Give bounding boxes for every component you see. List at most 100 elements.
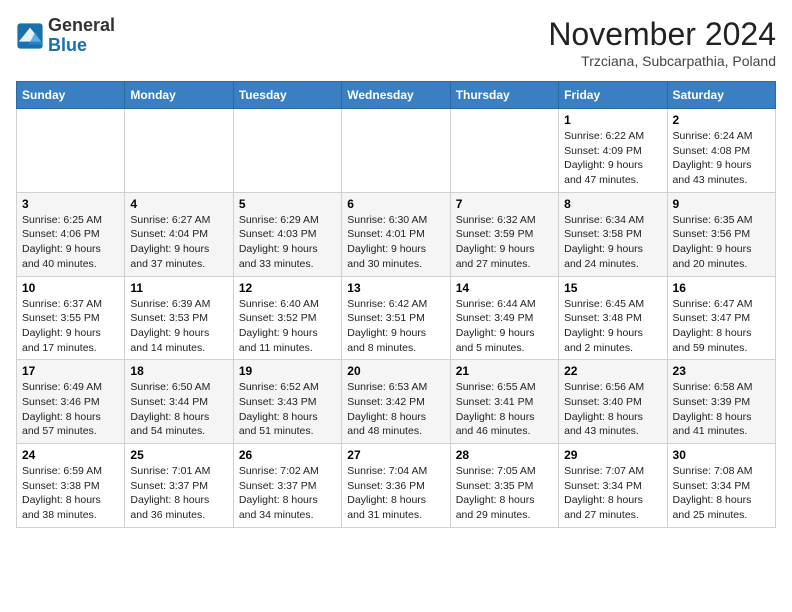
- day-info: Sunrise: 6:40 AM Sunset: 3:52 PM Dayligh…: [239, 297, 336, 356]
- day-number: 12: [239, 281, 336, 295]
- calendar-cell: 16 Sunrise: 6:47 AM Sunset: 3:47 PM Dayli…: [667, 276, 775, 360]
- calendar-cell: 29 Sunrise: 7:07 AM Sunset: 3:34 PM Dayli…: [559, 444, 667, 528]
- logo-blue-text: Blue: [48, 35, 87, 55]
- calendar-cell: [233, 109, 341, 193]
- day-number: 4: [130, 197, 227, 211]
- day-info: Sunrise: 6:44 AM Sunset: 3:49 PM Dayligh…: [456, 297, 553, 356]
- calendar-cell: 9 Sunrise: 6:35 AM Sunset: 3:56 PM Daylig…: [667, 192, 775, 276]
- calendar-cell: 24 Sunrise: 6:59 AM Sunset: 3:38 PM Dayli…: [17, 444, 125, 528]
- calendar-cell: 26 Sunrise: 7:02 AM Sunset: 3:37 PM Dayli…: [233, 444, 341, 528]
- weekday-header-monday: Monday: [125, 82, 233, 109]
- day-number: 10: [22, 281, 119, 295]
- calendar-cell: 15 Sunrise: 6:45 AM Sunset: 3:48 PM Dayli…: [559, 276, 667, 360]
- day-info: Sunrise: 6:34 AM Sunset: 3:58 PM Dayligh…: [564, 213, 661, 272]
- calendar-cell: 25Sunrise: 7:01 AM Sunset: 3:37 PM Dayli…: [125, 444, 233, 528]
- weekday-header-thursday: Thursday: [450, 82, 558, 109]
- day-info: Sunrise: 6:27 AM Sunset: 4:04 PM Dayligh…: [130, 213, 227, 272]
- calendar-cell: 27 Sunrise: 7:04 AM Sunset: 3:36 PM Dayli…: [342, 444, 450, 528]
- day-info: Sunrise: 7:07 AM Sunset: 3:34 PM Dayligh…: [564, 464, 661, 523]
- weekday-header-saturday: Saturday: [667, 82, 775, 109]
- weekday-header-wednesday: Wednesday: [342, 82, 450, 109]
- day-number: 24: [22, 448, 119, 462]
- weekday-header-row: SundayMondayTuesdayWednesdayThursdayFrid…: [17, 82, 776, 109]
- calendar-cell: 23 Sunrise: 6:58 AM Sunset: 3:39 PM Dayli…: [667, 360, 775, 444]
- calendar-cell: 7 Sunrise: 6:32 AM Sunset: 3:59 PM Daylig…: [450, 192, 558, 276]
- day-number: 20: [347, 364, 444, 378]
- calendar-cell: [450, 109, 558, 193]
- day-number: 19: [239, 364, 336, 378]
- day-number: 28: [456, 448, 553, 462]
- day-number: 9: [673, 197, 770, 211]
- day-number: 25: [130, 448, 227, 462]
- day-info: Sunrise: 6:25 AM Sunset: 4:06 PM Dayligh…: [22, 213, 119, 272]
- day-info: Sunrise: 6:59 AM Sunset: 3:38 PM Dayligh…: [22, 464, 119, 523]
- logo-general-text: General: [48, 15, 115, 35]
- day-info: Sunrise: 6:37 AM Sunset: 3:55 PM Dayligh…: [22, 297, 119, 356]
- calendar-cell: 11 Sunrise: 6:39 AM Sunset: 3:53 PM Dayli…: [125, 276, 233, 360]
- calendar-cell: 3 Sunrise: 6:25 AM Sunset: 4:06 PM Daylig…: [17, 192, 125, 276]
- day-info: Sunrise: 6:56 AM Sunset: 3:40 PM Dayligh…: [564, 380, 661, 439]
- day-info: Sunrise: 6:58 AM Sunset: 3:39 PM Dayligh…: [673, 380, 770, 439]
- logo-icon: [16, 22, 44, 50]
- weekday-header-tuesday: Tuesday: [233, 82, 341, 109]
- logo: General Blue: [16, 16, 115, 56]
- calendar-week-2: 3 Sunrise: 6:25 AM Sunset: 4:06 PM Daylig…: [17, 192, 776, 276]
- calendar-cell: 2Sunrise: 6:24 AM Sunset: 4:08 PM Daylig…: [667, 109, 775, 193]
- day-info: Sunrise: 6:42 AM Sunset: 3:51 PM Dayligh…: [347, 297, 444, 356]
- calendar-cell: 6Sunrise: 6:30 AM Sunset: 4:01 PM Daylig…: [342, 192, 450, 276]
- day-number: 30: [673, 448, 770, 462]
- calendar-cell: 10 Sunrise: 6:37 AM Sunset: 3:55 PM Dayli…: [17, 276, 125, 360]
- day-number: 14: [456, 281, 553, 295]
- calendar-cell: 18Sunrise: 6:50 AM Sunset: 3:44 PM Dayli…: [125, 360, 233, 444]
- calendar-cell: 28 Sunrise: 7:05 AM Sunset: 3:35 PM Dayli…: [450, 444, 558, 528]
- day-number: 7: [456, 197, 553, 211]
- day-number: 26: [239, 448, 336, 462]
- day-info: Sunrise: 6:30 AM Sunset: 4:01 PM Dayligh…: [347, 213, 444, 272]
- day-info: Sunrise: 7:02 AM Sunset: 3:37 PM Dayligh…: [239, 464, 336, 523]
- calendar-cell: 14 Sunrise: 6:44 AM Sunset: 3:49 PM Dayli…: [450, 276, 558, 360]
- day-info: Sunrise: 6:35 AM Sunset: 3:56 PM Dayligh…: [673, 213, 770, 272]
- day-number: 16: [673, 281, 770, 295]
- day-info: Sunrise: 6:47 AM Sunset: 3:47 PM Dayligh…: [673, 297, 770, 356]
- day-info: Sunrise: 6:39 AM Sunset: 3:53 PM Dayligh…: [130, 297, 227, 356]
- day-info: Sunrise: 6:55 AM Sunset: 3:41 PM Dayligh…: [456, 380, 553, 439]
- calendar-cell: 8Sunrise: 6:34 AM Sunset: 3:58 PM Daylig…: [559, 192, 667, 276]
- day-number: 3: [22, 197, 119, 211]
- day-number: 17: [22, 364, 119, 378]
- location: Trzciana, Subcarpathia, Poland: [548, 53, 776, 69]
- day-info: Sunrise: 7:04 AM Sunset: 3:36 PM Dayligh…: [347, 464, 444, 523]
- day-number: 15: [564, 281, 661, 295]
- day-info: Sunrise: 6:32 AM Sunset: 3:59 PM Dayligh…: [456, 213, 553, 272]
- day-number: 27: [347, 448, 444, 462]
- calendar-header: SundayMondayTuesdayWednesdayThursdayFrid…: [17, 82, 776, 109]
- day-info: Sunrise: 6:49 AM Sunset: 3:46 PM Dayligh…: [22, 380, 119, 439]
- calendar-cell: [342, 109, 450, 193]
- calendar-cell: 20Sunrise: 6:53 AM Sunset: 3:42 PM Dayli…: [342, 360, 450, 444]
- calendar-cell: 30 Sunrise: 7:08 AM Sunset: 3:34 PM Dayli…: [667, 444, 775, 528]
- day-number: 29: [564, 448, 661, 462]
- day-info: Sunrise: 7:08 AM Sunset: 3:34 PM Dayligh…: [673, 464, 770, 523]
- day-number: 1: [564, 113, 661, 127]
- day-number: 23: [673, 364, 770, 378]
- day-info: Sunrise: 6:45 AM Sunset: 3:48 PM Dayligh…: [564, 297, 661, 356]
- day-number: 18: [130, 364, 227, 378]
- calendar-cell: 13Sunrise: 6:42 AM Sunset: 3:51 PM Dayli…: [342, 276, 450, 360]
- day-number: 5: [239, 197, 336, 211]
- calendar-cell: 12 Sunrise: 6:40 AM Sunset: 3:52 PM Dayli…: [233, 276, 341, 360]
- day-number: 11: [130, 281, 227, 295]
- page-header: General Blue November 2024 Trzciana, Sub…: [16, 16, 776, 69]
- calendar-cell: 22Sunrise: 6:56 AM Sunset: 3:40 PM Dayli…: [559, 360, 667, 444]
- day-info: Sunrise: 6:24 AM Sunset: 4:08 PM Dayligh…: [673, 129, 770, 188]
- calendar-week-1: 1 Sunrise: 6:22 AM Sunset: 4:09 PM Daylig…: [17, 109, 776, 193]
- calendar-table: SundayMondayTuesdayWednesdayThursdayFrid…: [16, 81, 776, 528]
- day-info: Sunrise: 6:22 AM Sunset: 4:09 PM Dayligh…: [564, 129, 661, 188]
- calendar-week-4: 17 Sunrise: 6:49 AM Sunset: 3:46 PM Dayli…: [17, 360, 776, 444]
- calendar-week-5: 24 Sunrise: 6:59 AM Sunset: 3:38 PM Dayli…: [17, 444, 776, 528]
- day-info: Sunrise: 6:29 AM Sunset: 4:03 PM Dayligh…: [239, 213, 336, 272]
- calendar-cell: 5 Sunrise: 6:29 AM Sunset: 4:03 PM Daylig…: [233, 192, 341, 276]
- day-info: Sunrise: 7:05 AM Sunset: 3:35 PM Dayligh…: [456, 464, 553, 523]
- calendar-cell: 19Sunrise: 6:52 AM Sunset: 3:43 PM Dayli…: [233, 360, 341, 444]
- calendar-body: 1 Sunrise: 6:22 AM Sunset: 4:09 PM Daylig…: [17, 109, 776, 528]
- month-title: November 2024: [548, 16, 776, 53]
- calendar-cell: [125, 109, 233, 193]
